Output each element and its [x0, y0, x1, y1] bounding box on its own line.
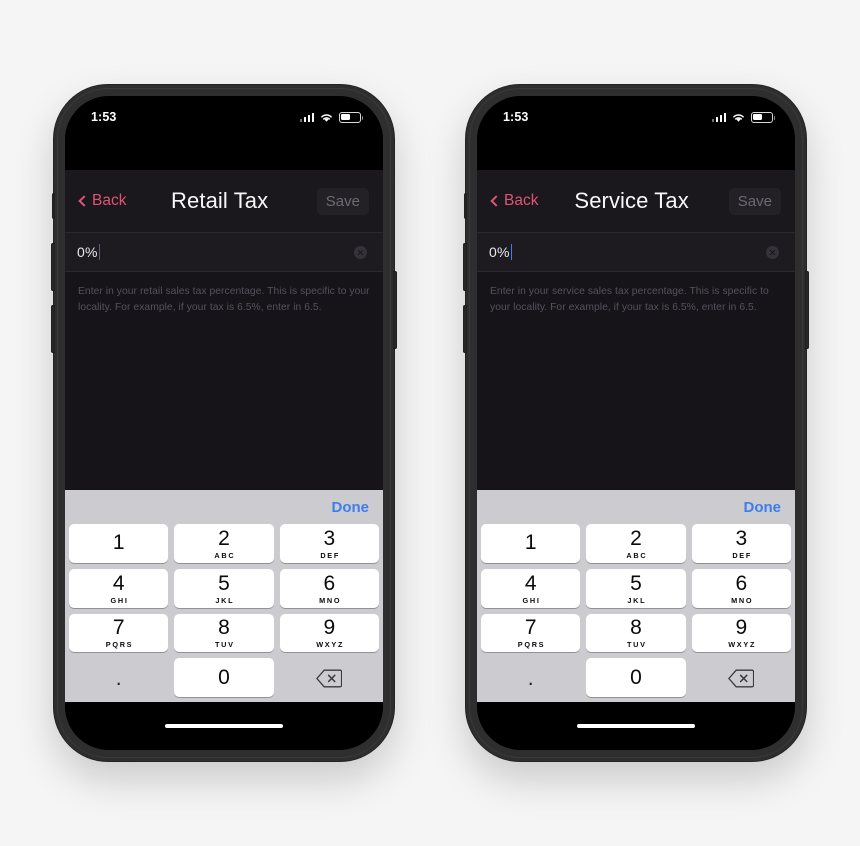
- tax-percentage-field-row[interactable]: 0%: [477, 232, 795, 272]
- keyboard-toolbar: Done: [477, 490, 795, 524]
- save-button[interactable]: Save: [728, 187, 781, 215]
- key-4[interactable]: 4 GHI: [69, 568, 169, 608]
- numeric-keyboard: Done 1 2 ABC 3 DEF 4 GHI 5 JKL 6 MNO 7 P…: [65, 490, 383, 702]
- status-icon-group: [711, 111, 776, 123]
- key-5[interactable]: 5 JKL: [586, 568, 686, 608]
- chevron-left-icon: [78, 195, 90, 207]
- key-1[interactable]: 1: [69, 524, 169, 563]
- status-clock: 1:53: [91, 110, 117, 124]
- keypad-grid: 1 2 ABC 3 DEF 4 GHI 5 JKL 6 MNO 7 PQRS 8…: [477, 524, 795, 702]
- home-indicator-area: [477, 702, 795, 750]
- battery-icon: [751, 111, 776, 123]
- backspace-icon: [316, 669, 343, 688]
- volume-down-button[interactable]: [51, 305, 55, 353]
- key-9[interactable]: 9 WXYZ: [279, 613, 379, 653]
- cellular-signal-icon: [711, 112, 726, 122]
- backspace-icon: [728, 669, 755, 688]
- wifi-icon: [733, 113, 744, 122]
- status-bar: 1:53: [65, 96, 383, 132]
- key-0[interactable]: 0: [174, 658, 274, 697]
- field-description: Enter in your service sales tax percenta…: [490, 286, 769, 313]
- home-indicator[interactable]: [577, 724, 695, 728]
- page-title: Service Tax: [574, 188, 689, 213]
- phone-screen: 1:53: [65, 96, 383, 750]
- key-0[interactable]: 0: [586, 658, 686, 697]
- silent-switch-button[interactable]: [52, 193, 55, 219]
- key-decimal[interactable]: .: [481, 658, 580, 697]
- field-description: Enter in your retail sales tax percentag…: [78, 286, 370, 313]
- status-bar: 1:53: [477, 96, 795, 132]
- clear-text-icon[interactable]: [766, 245, 779, 259]
- text-caret: [510, 244, 513, 260]
- chevron-left-icon: [490, 195, 502, 207]
- power-button[interactable]: [805, 271, 809, 349]
- backspace-key[interactable]: [692, 658, 791, 697]
- key-2[interactable]: 2 ABC: [174, 524, 274, 563]
- power-button[interactable]: [393, 271, 397, 349]
- phone-screen: 1:53: [477, 96, 795, 750]
- volume-up-button[interactable]: [463, 243, 467, 291]
- key-7[interactable]: 7 PQRS: [69, 613, 169, 653]
- key-decimal[interactable]: .: [69, 658, 168, 697]
- home-indicator-area: [65, 702, 383, 750]
- done-button[interactable]: Done: [744, 499, 782, 516]
- navigation-bar: Back Service Tax Save: [477, 170, 795, 232]
- tax-percentage-input[interactable]: 0%: [77, 244, 101, 260]
- keypad-grid: 1 2 ABC 3 DEF 4 GHI 5 JKL 6 MNO 7 PQRS 8…: [65, 524, 383, 702]
- cellular-signal-icon: [299, 112, 314, 122]
- key-8[interactable]: 8 TUV: [586, 613, 686, 653]
- battery-icon: [339, 111, 364, 123]
- tax-percentage-input[interactable]: 0%: [489, 244, 513, 260]
- clear-text-icon[interactable]: [354, 245, 367, 259]
- key-6[interactable]: 6 MNO: [691, 568, 791, 608]
- volume-up-button[interactable]: [51, 243, 55, 291]
- back-button-label: Back: [504, 192, 539, 209]
- key-1[interactable]: 1: [481, 524, 581, 563]
- key-7[interactable]: 7 PQRS: [481, 613, 581, 653]
- text-caret: [98, 244, 101, 260]
- key-8[interactable]: 8 TUV: [174, 613, 274, 653]
- phone-device-service-tax: 1:53 Back Service Tax Save 0% Enter in y…: [463, 85, 809, 761]
- keyboard-toolbar: Done: [65, 490, 383, 524]
- navigation-bar: Back Retail Tax Save: [65, 170, 383, 232]
- volume-down-button[interactable]: [463, 305, 467, 353]
- back-button-label: Back: [92, 192, 127, 209]
- key-6[interactable]: 6 MNO: [279, 568, 379, 608]
- status-bar-spacer: [65, 132, 383, 170]
- wifi-icon: [321, 113, 332, 122]
- tax-percentage-field-row[interactable]: 0%: [65, 232, 383, 272]
- home-indicator[interactable]: [165, 724, 283, 728]
- content-area: Enter in your retail sales tax percentag…: [65, 272, 383, 490]
- phone-device-retail-tax: 1:53 Back Retail Tax Save 0% Enter in yo…: [51, 85, 397, 761]
- status-icon-group: [299, 111, 364, 123]
- done-button[interactable]: Done: [332, 499, 370, 516]
- key-4[interactable]: 4 GHI: [481, 568, 581, 608]
- silent-switch-button[interactable]: [464, 193, 467, 219]
- status-bar-spacer: [477, 132, 795, 170]
- numeric-keyboard: Done 1 2 ABC 3 DEF 4 GHI 5 JKL 6 MNO 7 P…: [477, 490, 795, 702]
- key-9[interactable]: 9 WXYZ: [691, 613, 791, 653]
- key-2[interactable]: 2 ABC: [586, 524, 686, 563]
- page-title: Retail Tax: [171, 188, 269, 213]
- key-3[interactable]: 3 DEF: [279, 524, 379, 563]
- key-5[interactable]: 5 JKL: [174, 568, 274, 608]
- status-clock: 1:53: [503, 110, 529, 124]
- content-area: Enter in your service sales tax percenta…: [477, 272, 795, 490]
- backspace-key[interactable]: [280, 658, 379, 697]
- phone-mockup-stage: 1:53 Back Retail Tax Save 0% Enter in yo…: [0, 0, 860, 846]
- save-button[interactable]: Save: [316, 187, 369, 215]
- key-3[interactable]: 3 DEF: [691, 524, 791, 563]
